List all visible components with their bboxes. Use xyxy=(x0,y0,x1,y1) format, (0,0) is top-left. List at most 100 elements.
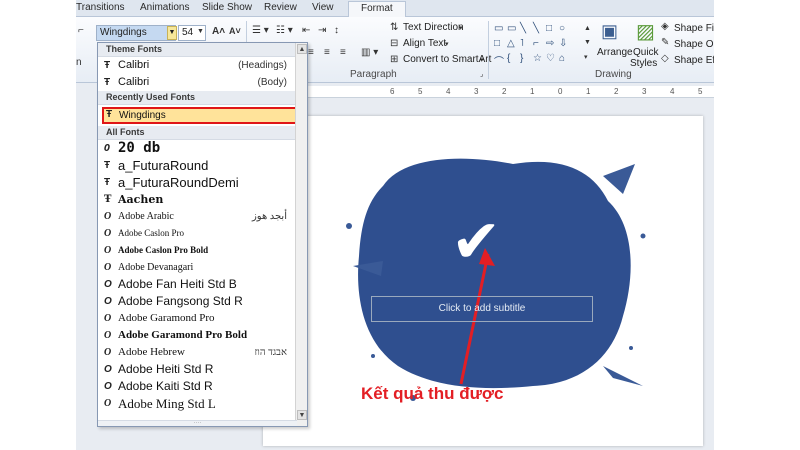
line-shape-icon[interactable]: ╲ xyxy=(520,23,526,34)
elbow-arrow-icon[interactable]: ⌐ xyxy=(533,38,539,49)
line-spacing-icon[interactable]: ↕ xyxy=(334,25,339,36)
font-option-calibri-body[interactable]: Ŧ Calibri (Body) xyxy=(98,74,307,91)
shape-fill-button[interactable]: Shape Fill xyxy=(674,23,714,34)
font-option[interactable]: O Adobe Caslon Pro Bold xyxy=(98,242,307,259)
dropdown-scrollbar[interactable]: ▲ ▼ xyxy=(295,43,307,426)
rectangle-shape-icon[interactable]: □ xyxy=(494,38,500,49)
star-shape-icon[interactable]: ☆ xyxy=(533,53,542,64)
down-arrow-shape-icon[interactable]: ⇩ xyxy=(559,38,567,49)
rectangle-shape-icon[interactable]: ▭ xyxy=(494,23,503,34)
gallery-down-icon[interactable]: ▼ xyxy=(584,39,591,46)
font-option[interactable]: Ŧ a_FuturaRound xyxy=(98,157,307,174)
align-center-icon[interactable]: ≡ xyxy=(324,47,330,58)
tab-transitions[interactable]: Transitions xyxy=(76,2,125,13)
font-option-calibri-headings[interactable]: Ŧ Calibri (Headings) xyxy=(98,57,307,74)
convert-smartart-button[interactable]: Convert to SmartArt xyxy=(403,54,491,65)
opentype-icon: O xyxy=(104,381,112,392)
tab-slide-show[interactable]: Slide Show xyxy=(202,2,252,13)
collapsed-group-icon[interactable]: ⌐ xyxy=(78,25,84,36)
font-option[interactable]: Ŧ a_FuturaRoundDemi xyxy=(98,174,307,191)
font-dropdown-button[interactable]: ▼ xyxy=(167,26,177,40)
shapes-gallery[interactable]: ▭ ▭ ╲ ╲ □ ○ □ △ ˥ ⌐ ⇨ ⇩ ⌒ { } ☆ ♡ ⌂ xyxy=(494,23,586,68)
rectangle-shape-icon[interactable]: ▭ xyxy=(507,23,516,34)
font-option-note: (Headings) xyxy=(238,60,287,71)
heart-shape-icon[interactable]: ♡ xyxy=(546,53,555,64)
collapsed-group-icon-2[interactable]: n xyxy=(76,57,82,68)
drawing-group-label: Drawing xyxy=(595,69,632,80)
font-option[interactable]: O Adobe Hebrew אבגד הוז xyxy=(98,344,307,361)
shape-effects-button[interactable]: Shape Eff xyxy=(674,55,714,66)
tab-format[interactable]: Format xyxy=(348,1,406,18)
decrease-indent-icon[interactable]: ⇤ xyxy=(302,25,310,36)
align-left-icon[interactable]: ≡ xyxy=(308,47,314,58)
font-option-label: Adobe Kaiti Std R xyxy=(118,379,213,393)
quick-styles-label-2[interactable]: Styles xyxy=(630,58,657,69)
truetype-icon: Ŧ xyxy=(104,160,111,171)
convert-smartart-dropdown-icon[interactable]: ▾ xyxy=(480,56,484,64)
scroll-up-icon[interactable]: ▲ xyxy=(297,44,307,54)
text-direction-button[interactable]: Text Direction xyxy=(403,22,464,33)
slide-canvas[interactable]: ✔ Click to add subtitle Kết quả thu được xyxy=(263,116,703,446)
arrange-icon[interactable]: ▣ xyxy=(601,21,618,42)
gallery-up-icon[interactable]: ▲ xyxy=(584,25,591,32)
increase-indent-icon[interactable]: ⇥ xyxy=(318,25,326,36)
shrink-font-icon[interactable]: A˅ xyxy=(229,26,241,36)
ruler-mark: 5 xyxy=(698,87,703,96)
font-option[interactable]: O Adobe Garamond Pro Bold xyxy=(98,327,307,344)
oval-shape-icon[interactable]: ○ xyxy=(559,23,565,34)
font-option[interactable]: O 20 db xyxy=(98,140,307,157)
font-option-label: a_FuturaRoundDemi xyxy=(118,175,239,190)
numbering-icon[interactable]: ☷ ▾ xyxy=(276,25,293,36)
right-arrow-shape-icon[interactable]: ⇨ xyxy=(546,38,554,49)
align-text-dropdown-icon[interactable]: ▾ xyxy=(445,40,449,48)
arrange-button[interactable]: Arrange xyxy=(597,47,633,58)
quick-styles-icon[interactable]: ▨ xyxy=(636,19,655,44)
gallery-more-icon[interactable]: ▾ xyxy=(584,53,588,61)
shape-outline-button[interactable]: Shape Ou xyxy=(674,39,714,50)
text-direction-dropdown-icon[interactable]: ▾ xyxy=(459,24,463,32)
font-option[interactable]: O Adobe Kaiti Std R xyxy=(98,378,307,395)
tab-animations[interactable]: Animations xyxy=(140,2,189,13)
font-name-input[interactable]: Wingdings xyxy=(96,25,176,41)
scroll-down-icon[interactable]: ▼ xyxy=(297,410,307,420)
dropdown-resize-handle[interactable]: ···· xyxy=(98,420,297,426)
square-shape-icon[interactable]: □ xyxy=(546,23,552,34)
grow-font-icon[interactable]: A˄ xyxy=(212,26,225,37)
elbow-connector-icon[interactable]: ˥ xyxy=(520,38,524,49)
brace-shape-icon[interactable]: { xyxy=(507,53,510,64)
font-option[interactable]: O Adobe Arabic أبجد هوز xyxy=(98,208,307,225)
triangle-shape-icon[interactable]: △ xyxy=(507,38,515,49)
opentype-icon: O xyxy=(104,347,112,358)
opentype-icon: O xyxy=(104,262,112,273)
tab-review[interactable]: Review xyxy=(264,2,297,13)
font-option[interactable]: O Adobe Caslon Pro xyxy=(98,225,307,242)
font-option[interactable]: Ŧ Aachen xyxy=(98,191,307,208)
bullets-icon[interactable]: ☰ ▾ xyxy=(252,25,269,36)
font-option[interactable]: O Adobe Devanagari xyxy=(98,259,307,276)
columns-icon[interactable]: ▥ ▾ xyxy=(361,47,378,58)
checkmark-symbol[interactable]: ✔ xyxy=(451,210,501,274)
tab-view[interactable]: View xyxy=(312,2,334,13)
line-shape-icon[interactable]: ╲ xyxy=(533,23,539,34)
curved-connector-icon[interactable]: ⌒ xyxy=(494,53,504,68)
align-text-button[interactable]: Align Text xyxy=(403,38,446,49)
subtitle-placeholder[interactable]: Click to add subtitle xyxy=(371,296,593,322)
font-option[interactable]: O Adobe Fan Heiti Std B xyxy=(98,276,307,293)
align-right-icon[interactable]: ≡ xyxy=(340,47,346,58)
ruler-mark: 4 xyxy=(446,87,451,96)
callout-shape-icon[interactable]: ⌂ xyxy=(559,53,565,64)
size-dropdown-icon[interactable]: ▼ xyxy=(197,28,204,35)
paragraph-launcher-icon[interactable]: ⌟ xyxy=(480,70,483,78)
opentype-icon: O xyxy=(104,143,111,154)
font-option-sample: أبجد هوز xyxy=(251,211,287,222)
quick-styles-label-1[interactable]: Quick xyxy=(633,47,659,58)
font-option[interactable]: O Adobe Heiti Std R xyxy=(98,361,307,378)
font-option[interactable]: O Adobe Fangsong Std R xyxy=(98,293,307,310)
font-option[interactable]: O Adobe Garamond Pro xyxy=(98,310,307,327)
font-option-wingdings[interactable]: Ŧ Wingdings xyxy=(102,107,303,124)
font-dropdown-list[interactable]: Theme Fonts Ŧ Calibri (Headings) Ŧ Calib… xyxy=(97,42,308,427)
brace-shape-icon[interactable]: } xyxy=(520,53,523,64)
ruler-mark: 2 xyxy=(502,87,507,96)
truetype-icon: Ŧ xyxy=(104,194,112,205)
font-option[interactable]: O Adobe Ming Std L xyxy=(98,395,307,412)
